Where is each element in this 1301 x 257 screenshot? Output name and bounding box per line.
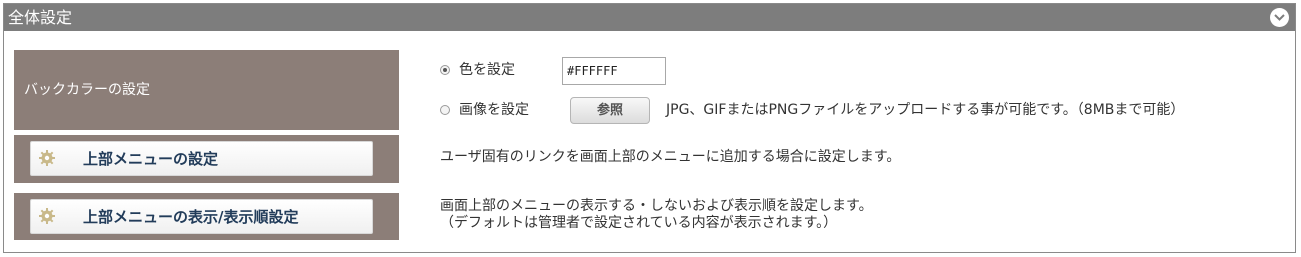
global-settings-panel: 全体設定 バックカラーの設定 色を設定 画像を設定 参照 JPG、GIFまたはP…	[3, 3, 1296, 253]
top-menu-setting-label-cell: 上部メニューの設定	[14, 135, 399, 183]
top-menu-display-order-button[interactable]: 上部メニューの表示/表示順設定	[30, 199, 373, 234]
color-value-input[interactable]	[562, 57, 666, 85]
background-setting-label: バックカラーの設定	[24, 82, 150, 98]
top-menu-setting-label: 上部メニューの設定	[83, 150, 219, 168]
top-menu-display-label-cell: 上部メニューの表示/表示順設定	[14, 193, 399, 240]
image-format-hint: JPG、GIFまたはPNGファイルをアップロードする事が可能です。（8MBまで可…	[666, 102, 1185, 118]
gear-icon	[39, 150, 55, 166]
color-radio-label: 色を設定	[459, 62, 515, 78]
top-menu-setting-description: ユーザ固有のリンクを画面上部のメニューに追加する場合に設定します。	[440, 149, 901, 165]
background-setting-label-cell: バックカラーの設定	[14, 50, 399, 130]
image-radio-label: 画像を設定	[459, 102, 529, 118]
top-menu-display-description-line2: （デフォルトは管理者で設定されている内容が表示されます。）	[440, 215, 838, 231]
chevron-down-icon	[1274, 14, 1285, 21]
collapse-button[interactable]	[1270, 8, 1289, 27]
gear-icon	[39, 208, 55, 224]
browse-button[interactable]: 参照	[570, 97, 650, 124]
top-menu-display-description-line1: 画面上部のメニューの表示する・しないおよび表示順を設定します。	[440, 198, 873, 214]
top-menu-setting-button[interactable]: 上部メニューの設定	[30, 141, 373, 176]
image-radio[interactable]	[440, 105, 450, 115]
panel-title: 全体設定	[8, 8, 73, 27]
panel-header: 全体設定	[4, 4, 1295, 31]
top-menu-display-order-label: 上部メニューの表示/表示順設定	[83, 208, 299, 226]
color-radio[interactable]	[440, 65, 450, 75]
